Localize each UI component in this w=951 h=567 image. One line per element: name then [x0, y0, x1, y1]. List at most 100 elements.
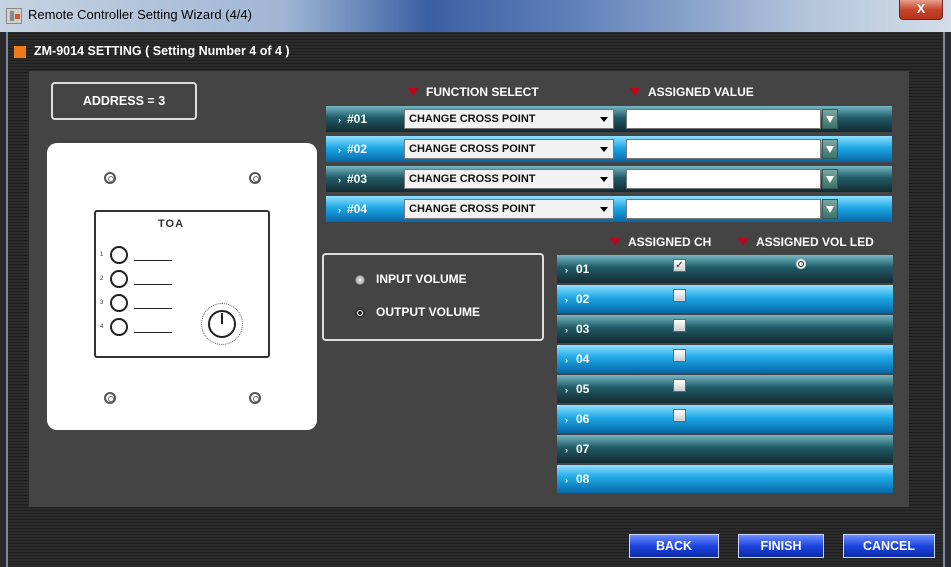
output-volume-label: OUTPUT VOLUME — [376, 305, 480, 319]
dropdown-arrow-icon — [600, 177, 608, 182]
assigned-ch-checkbox[interactable] — [673, 349, 686, 362]
channel-row: › 07 — [557, 435, 893, 463]
channel-row-label: › 05 — [565, 382, 589, 396]
assigned-vol-led-header: ASSIGNED VOL LED — [738, 235, 874, 249]
channel-row-label: › 03 — [565, 322, 589, 336]
button-number: 2 — [100, 276, 104, 282]
header-marker-icon — [14, 46, 26, 58]
assigned-value-dropdown-button[interactable] — [822, 169, 838, 189]
button-label-line — [134, 260, 172, 261]
channel-row: › 03 — [557, 315, 893, 343]
assigned-ch-label: ASSIGNED CH — [628, 235, 712, 249]
channel-row: › 08 — [557, 465, 893, 493]
assigned-value-field[interactable] — [626, 169, 821, 189]
address-display: ADDRESS = 3 — [51, 82, 197, 120]
device-button-icon — [110, 318, 128, 336]
input-volume-radio[interactable] — [355, 275, 365, 285]
chevron-right-icon: › — [338, 145, 341, 155]
close-button[interactable]: X — [899, 0, 943, 20]
button-number: 1 — [100, 252, 104, 258]
chevron-right-icon: › — [338, 115, 341, 125]
title-bar: Remote Controller Setting Wizard (4/4) X — [0, 0, 951, 32]
assigned-ch-header: ASSIGNED CH — [610, 235, 711, 249]
chevron-right-icon: › — [565, 355, 568, 365]
chevron-right-icon: › — [565, 325, 568, 335]
assigned-value-field[interactable] — [626, 139, 821, 159]
assigned-ch-checkbox[interactable] — [673, 319, 686, 332]
function-row-label: › #04 — [338, 202, 367, 216]
chevron-right-icon: › — [565, 415, 568, 425]
channel-row: › 02 — [557, 285, 893, 313]
function-select-value: CHANGE CROSS POINT — [409, 113, 536, 125]
assigned-ch-checkbox[interactable] — [673, 409, 686, 422]
function-select-label: FUNCTION SELECT — [426, 85, 539, 99]
window-title: Remote Controller Setting Wizard (4/4) — [28, 7, 252, 22]
function-row: › #01 CHANGE CROSS POINT — [326, 106, 892, 132]
function-row: › #02 CHANGE CROSS POINT — [326, 136, 892, 162]
channel-row-label: › 02 — [565, 292, 589, 306]
back-button[interactable]: BACK — [629, 534, 719, 558]
output-volume-radio[interactable] — [355, 308, 365, 318]
app-icon — [6, 8, 22, 24]
channel-number: 04 — [576, 352, 590, 366]
assigned-value-dropdown-button[interactable] — [822, 109, 838, 129]
setting-title: ZM-9014 SETTING ( Setting Number 4 of 4 … — [34, 44, 290, 58]
cancel-button[interactable]: CANCEL — [843, 534, 935, 558]
chevron-right-icon: › — [565, 265, 568, 275]
dropdown-arrow-icon — [600, 147, 608, 152]
assigned-value-field[interactable] — [626, 109, 821, 129]
device-faceplate: TOA 1 2 3 4 — [94, 210, 270, 358]
screw-icon — [104, 392, 116, 404]
function-select-dropdown[interactable]: CHANGE CROSS POINT — [404, 139, 614, 159]
marker-icon — [738, 238, 748, 246]
assigned-ch-checkbox[interactable] — [673, 289, 686, 302]
channel-row: › 04 — [557, 345, 893, 373]
chevron-right-icon: › — [565, 385, 568, 395]
function-number: #01 — [347, 112, 368, 126]
function-row: › #03 CHANGE CROSS POINT — [326, 166, 892, 192]
channel-row-label: › 01 — [565, 262, 589, 276]
assigned-value-label: ASSIGNED VALUE — [648, 85, 754, 99]
assigned-value-field[interactable] — [626, 199, 821, 219]
marker-icon — [610, 238, 620, 246]
channel-number: 02 — [576, 292, 590, 306]
dropdown-arrow-icon — [600, 117, 608, 122]
function-row-label: › #02 — [338, 142, 367, 156]
toa-logo: TOA — [158, 218, 185, 230]
function-select-header: FUNCTION SELECT — [408, 85, 539, 99]
function-row-label: › #03 — [338, 172, 367, 186]
channel-row-label: › 06 — [565, 412, 589, 426]
assigned-vol-led-radio[interactable] — [796, 259, 806, 269]
function-number: #03 — [347, 172, 368, 186]
function-number: #04 — [347, 202, 368, 216]
button-label-line — [134, 332, 172, 333]
marker-icon — [630, 88, 640, 96]
assigned-value-dropdown-button[interactable] — [822, 199, 838, 219]
volume-mode-group — [322, 253, 544, 341]
finish-button[interactable]: FINISH — [738, 534, 824, 558]
channel-number: 03 — [576, 322, 590, 336]
function-row: › #04 CHANGE CROSS POINT — [326, 196, 892, 222]
channel-row-label: › 04 — [565, 352, 589, 366]
assigned-vol-led-label: ASSIGNED VOL LED — [756, 235, 874, 249]
channel-number: 01 — [576, 262, 590, 276]
assigned-value-dropdown-button[interactable] — [822, 139, 838, 159]
channel-row-label: › 08 — [565, 472, 589, 486]
function-select-value: CHANGE CROSS POINT — [409, 143, 536, 155]
device-button-icon — [110, 270, 128, 288]
button-label-line — [134, 308, 172, 309]
channel-row-label: › 07 — [565, 442, 589, 456]
device-button-icon — [110, 246, 128, 264]
volume-knob-icon — [208, 310, 236, 338]
channel-row: › 01 ✓ — [557, 255, 893, 283]
screw-icon — [249, 172, 261, 184]
marker-icon — [408, 88, 418, 96]
channel-number: 08 — [576, 472, 590, 486]
channel-number: 06 — [576, 412, 590, 426]
function-select-dropdown[interactable]: CHANGE CROSS POINT — [404, 109, 614, 129]
function-select-value: CHANGE CROSS POINT — [409, 203, 536, 215]
assigned-ch-checkbox[interactable] — [673, 379, 686, 392]
assigned-ch-checkbox[interactable]: ✓ — [673, 259, 686, 272]
function-select-dropdown[interactable]: CHANGE CROSS POINT — [404, 199, 614, 219]
function-select-dropdown[interactable]: CHANGE CROSS POINT — [404, 169, 614, 189]
